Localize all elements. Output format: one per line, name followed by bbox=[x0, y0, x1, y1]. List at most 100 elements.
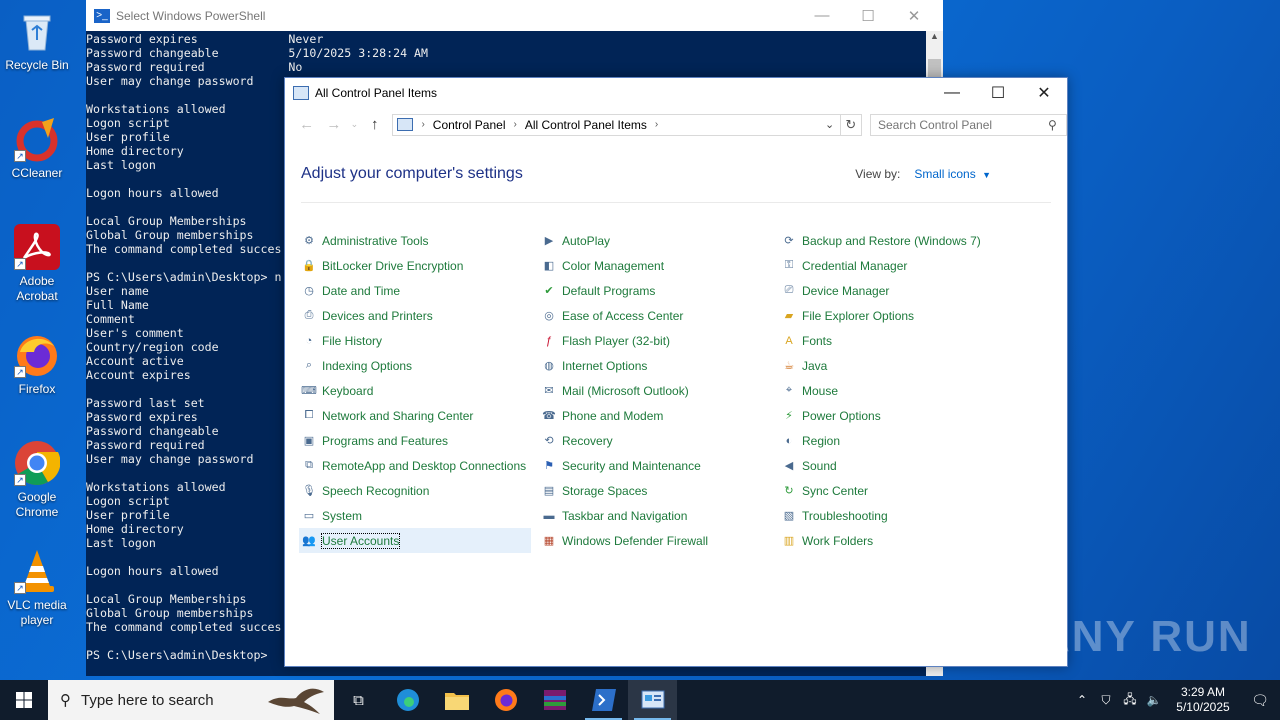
control-panel-item[interactable]: ▦ Windows Defender Firewall bbox=[539, 528, 779, 553]
control-panel-item[interactable]: ▧ Troubleshooting bbox=[779, 503, 1019, 528]
control-panel-item[interactable]: ⎙ Devices and Printers bbox=[299, 303, 539, 328]
search-input[interactable] bbox=[878, 117, 1048, 132]
breadcrumb-all-items[interactable]: All Control Panel Items bbox=[525, 118, 647, 132]
control-panel-item[interactable]: 👥 User Accounts bbox=[299, 528, 531, 553]
control-panel-item[interactable]: ↻ Sync Center bbox=[779, 478, 1019, 503]
tray-security-icon[interactable]: ⛉ bbox=[1094, 693, 1118, 708]
task-view-icon[interactable]: ⧉ bbox=[334, 680, 383, 720]
storage-icon: ▤ bbox=[543, 485, 555, 497]
taskbar-powershell-icon[interactable] bbox=[579, 680, 628, 720]
taskbar-control-panel-icon[interactable] bbox=[628, 680, 677, 720]
control-panel-item[interactable]: ƒ Flash Player (32-bit) bbox=[539, 328, 779, 353]
file-history-icon: ◔ bbox=[305, 334, 313, 347]
control-panel-item[interactable]: ⧉ RemoteApp and Desktop Connections bbox=[299, 453, 539, 478]
control-panel-item[interactable]: ◔ File History bbox=[299, 328, 539, 353]
control-panel-titlebar[interactable]: All Control Panel Items — ☐ ✕ bbox=[285, 78, 1067, 108]
control-panel-item[interactable]: 🔒 BitLocker Drive Encryption bbox=[299, 253, 539, 278]
control-panel-item[interactable]: ☎ Phone and Modem bbox=[539, 403, 779, 428]
control-panel-item[interactable]: ⚡ Power Options bbox=[779, 403, 1019, 428]
control-panel-item[interactable]: ⟳ Backup and Restore (Windows 7) bbox=[779, 228, 1019, 253]
powershell-titlebar[interactable]: >_ Select Windows PowerShell — ☐ ✕ bbox=[86, 0, 943, 31]
control-panel-item-label: Programs and Features bbox=[322, 433, 449, 448]
forward-arrow-icon[interactable]: → bbox=[320, 116, 347, 133]
control-panel-item[interactable]: ⚑ Security and Maintenance bbox=[539, 453, 779, 478]
taskbar-winrar-icon[interactable] bbox=[530, 680, 579, 720]
tray-network-icon[interactable]: 🖧 bbox=[1118, 690, 1142, 711]
desktop-icon-firefox[interactable]: ↗ Firefox bbox=[0, 332, 74, 397]
maximize-button[interactable]: ☐ bbox=[975, 83, 1021, 103]
taskbar-search-box[interactable]: ⚲ Type here to search bbox=[48, 680, 334, 720]
control-panel-item[interactable]: ✉ Mail (Microsoft Outlook) bbox=[539, 378, 779, 403]
desktop-icon-label: Google Chrome bbox=[15, 490, 59, 519]
control-panel-item[interactable]: ◍ Internet Options bbox=[539, 353, 779, 378]
address-bar[interactable]: › Control Panel › All Control Panel Item… bbox=[392, 113, 841, 136]
control-panel-item[interactable]: ▶ AutoPlay bbox=[539, 228, 779, 253]
control-panel-item[interactable]: ▭ System bbox=[299, 503, 539, 528]
minimize-button[interactable]: — bbox=[799, 7, 845, 24]
control-panel-item[interactable]: ▬ Taskbar and Navigation bbox=[539, 503, 779, 528]
close-button[interactable]: ✕ bbox=[891, 7, 937, 25]
notification-center-icon[interactable]: 🗨 bbox=[1240, 692, 1280, 709]
taskbar-file-explorer-icon[interactable] bbox=[432, 680, 481, 720]
control-panel-item[interactable]: ⟲ Recovery bbox=[539, 428, 779, 453]
control-panel-item[interactable]: ◀ Sound bbox=[779, 453, 1019, 478]
start-button[interactable] bbox=[0, 680, 48, 720]
control-panel-icon bbox=[293, 86, 309, 100]
powershell-title: Select Windows PowerShell bbox=[116, 8, 266, 23]
taskbar-edge-icon[interactable] bbox=[383, 680, 432, 720]
taskbar-clock[interactable]: 3:29 AM 5/10/2025 bbox=[1166, 685, 1240, 715]
breadcrumb-control-panel[interactable]: Control Panel bbox=[433, 118, 506, 132]
desktop-icon-ccleaner[interactable]: ↗ CCleaner bbox=[0, 116, 74, 181]
control-panel-item[interactable]: ⌨ Keyboard bbox=[299, 378, 539, 403]
search-icon[interactable]: ⚲ bbox=[1048, 118, 1057, 132]
back-arrow-icon[interactable]: ← bbox=[293, 116, 320, 133]
control-panel-item[interactable]: A Fonts bbox=[779, 328, 1019, 353]
control-panel-item[interactable]: ◷ Date and Time bbox=[299, 278, 539, 303]
control-panel-item[interactable]: ▥ Work Folders bbox=[779, 528, 1019, 553]
desktop-icon-vlc[interactable]: ↗ VLC media player bbox=[0, 548, 74, 628]
control-panel-item[interactable]: 🎙 Speech Recognition bbox=[299, 478, 539, 503]
control-panel-item-label: Work Folders bbox=[802, 533, 874, 548]
indexing-icon: ⌕ bbox=[305, 359, 313, 371]
control-panel-item[interactable]: ◧ Color Management bbox=[539, 253, 779, 278]
control-panel-item[interactable]: ⎚ Device Manager bbox=[779, 278, 1019, 303]
control-panel-window[interactable]: All Control Panel Items — ☐ ✕ ← → ⌄ ↑ › … bbox=[284, 77, 1068, 667]
search-box[interactable]: ⚲ bbox=[870, 113, 1067, 136]
taskbar-firefox-icon[interactable] bbox=[481, 680, 530, 720]
maximize-button[interactable]: ☐ bbox=[845, 7, 891, 25]
scroll-up-arrow-icon[interactable]: ▲ bbox=[926, 31, 943, 45]
close-button[interactable]: ✕ bbox=[1021, 83, 1067, 103]
dropdown-chevron-icon[interactable]: ⌄ bbox=[348, 119, 362, 130]
flash-icon: ƒ bbox=[545, 334, 553, 347]
control-panel-item[interactable]: ☕ Java bbox=[779, 353, 1019, 378]
microphone-icon: 🎙 bbox=[302, 485, 316, 497]
control-panel-item[interactable]: ▤ Storage Spaces bbox=[539, 478, 779, 503]
desktop-icon-google-chrome[interactable]: ↗ Google Chrome bbox=[0, 440, 74, 520]
control-panel-item[interactable]: ◐ Region bbox=[779, 428, 1019, 453]
refresh-icon[interactable]: ↻ bbox=[840, 113, 862, 136]
ease-access-icon: ◎ bbox=[544, 310, 554, 322]
tray-volume-icon[interactable]: 🔈 bbox=[1142, 693, 1166, 707]
tray-chevron-up-icon[interactable]: ⌃ bbox=[1070, 693, 1094, 707]
desktop-icon-label: VLC media player bbox=[7, 598, 67, 627]
control-panel-item[interactable]: ⚿ Credential Manager bbox=[779, 253, 1019, 278]
address-dropdown-chevron-icon[interactable]: ⌄ bbox=[820, 118, 840, 131]
control-panel-item[interactable]: ▰ File Explorer Options bbox=[779, 303, 1019, 328]
desktop-icon-adobe-acrobat[interactable]: ↗ Adobe Acrobat bbox=[0, 224, 74, 304]
desktop-icon-recycle-bin[interactable]: Recycle Bin bbox=[0, 8, 74, 73]
control-panel-item[interactable]: ✔ Default Programs bbox=[539, 278, 779, 303]
control-panel-item[interactable]: ⚙ Administrative Tools bbox=[299, 228, 539, 253]
control-panel-item[interactable]: ◎ Ease of Access Center bbox=[539, 303, 779, 328]
control-panel-item[interactable]: ⧠ Network and Sharing Center bbox=[299, 403, 539, 428]
control-panel-item[interactable]: ⌕ Indexing Options bbox=[299, 353, 539, 378]
control-panel-item[interactable]: ▣ Programs and Features bbox=[299, 428, 539, 453]
control-panel-item[interactable]: ⌖ Mouse bbox=[779, 378, 1019, 403]
recycle-bin-icon bbox=[14, 8, 60, 54]
view-by-dropdown[interactable]: Small icons ▼ bbox=[914, 167, 991, 181]
minimize-button[interactable]: — bbox=[929, 84, 975, 102]
control-panel-item-label: Windows Defender Firewall bbox=[562, 533, 709, 548]
scroll-thumb[interactable] bbox=[928, 59, 941, 77]
desktop-icon-label: Recycle Bin bbox=[5, 58, 69, 72]
up-arrow-icon[interactable]: ↑ bbox=[361, 116, 388, 133]
taskbar: ⚲ Type here to search ⧉ ⌃ ⛉ 🖧 🔈 3:29 AM … bbox=[0, 680, 1280, 720]
